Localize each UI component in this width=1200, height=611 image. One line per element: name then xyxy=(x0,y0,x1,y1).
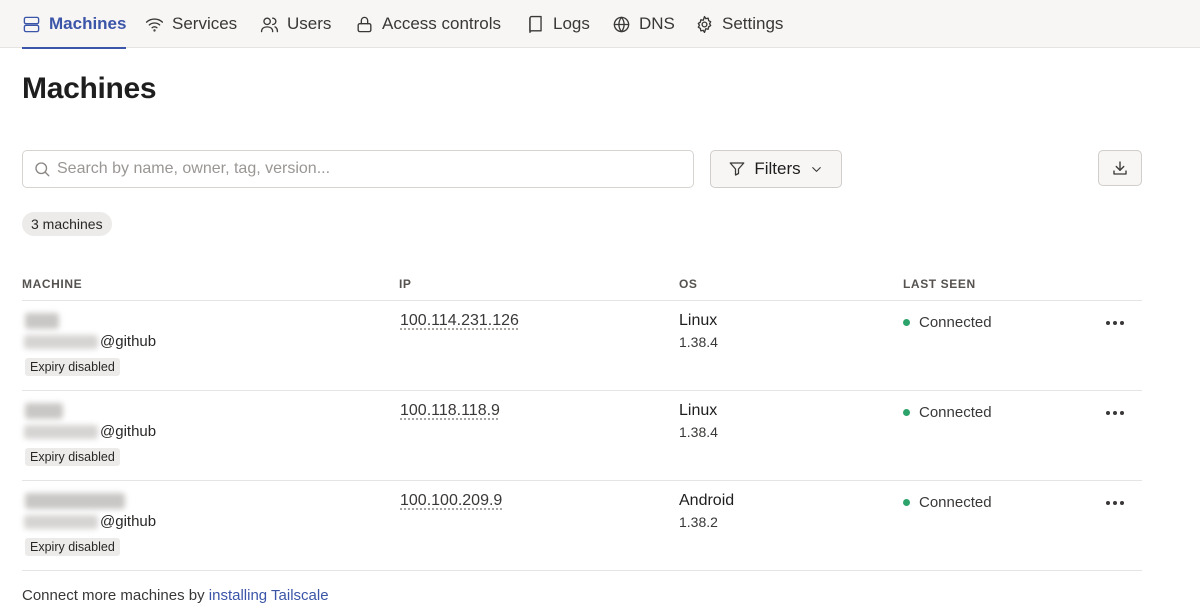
column-header-last-seen: LAST SEEN xyxy=(903,277,976,291)
os-name: Linux xyxy=(679,402,718,419)
last-seen-status: Connected xyxy=(903,404,992,421)
nav-tab-label: Access controls xyxy=(382,14,502,33)
book-icon xyxy=(529,15,542,33)
last-seen-status: Connected xyxy=(903,314,992,331)
os-name: Android xyxy=(679,492,735,509)
ip-address[interactable]: 100.114.231.126 xyxy=(400,312,519,330)
nav-tab-access-controls[interactable]: Access controls xyxy=(355,0,501,48)
table-row[interactable]: @github Expiry disabled 100.114.231.126 … xyxy=(22,301,1142,391)
connected-dot-icon xyxy=(903,319,910,326)
footer-hint: Connect more machines by installing Tail… xyxy=(22,587,329,604)
machine-name-redacted xyxy=(25,313,59,329)
connected-dot-icon xyxy=(903,409,910,416)
filters-label: Filters xyxy=(754,159,801,178)
nav-tab-label: Users xyxy=(287,14,332,33)
client-version: 1.38.4 xyxy=(679,424,718,440)
filter-icon xyxy=(729,162,745,176)
row-actions-button[interactable] xyxy=(1102,403,1128,423)
machine-count-badge: 3 machines xyxy=(22,212,112,236)
lock-icon xyxy=(357,16,372,32)
search-box[interactable] xyxy=(22,150,694,188)
nav-tab-label: Settings xyxy=(722,14,784,33)
search-input[interactable] xyxy=(57,160,677,178)
install-tailscale-link[interactable]: installing Tailscale xyxy=(209,587,329,604)
nav-tab-settings[interactable]: Settings xyxy=(695,0,783,48)
owner-domain: @github xyxy=(100,423,157,440)
expiry-badge: Expiry disabled xyxy=(25,538,120,556)
nav-tab-label: Machines xyxy=(49,14,127,33)
page-title: Machines xyxy=(22,72,157,105)
column-header-os: OS xyxy=(679,277,698,291)
filters-button[interactable]: Filters xyxy=(710,150,842,188)
nav-tab-label: Logs xyxy=(553,14,590,33)
gear-icon xyxy=(697,15,712,33)
owner-domain: @github xyxy=(100,333,157,350)
top-nav: Machines Services Users Access controls … xyxy=(0,0,1200,49)
row-actions-button[interactable] xyxy=(1102,493,1128,513)
nav-tab-logs[interactable]: Logs xyxy=(526,0,590,48)
owner-name-redacted xyxy=(24,515,98,529)
footer-text: Connect more machines by xyxy=(22,587,209,604)
download-icon xyxy=(1113,161,1127,175)
ip-address[interactable]: 100.100.209.9 xyxy=(400,492,502,510)
os-name: Linux xyxy=(679,312,718,329)
ip-address[interactable]: 100.118.118.9 xyxy=(400,402,500,420)
column-header-ip: IP xyxy=(399,277,412,291)
owner-domain: @github xyxy=(100,513,157,530)
status-label: Connected xyxy=(919,314,992,331)
globe-icon xyxy=(613,16,630,32)
owner-name-redacted xyxy=(24,335,98,349)
nav-tab-dns[interactable]: DNS xyxy=(612,0,675,48)
server-icon xyxy=(23,16,40,32)
expiry-badge: Expiry disabled xyxy=(25,358,120,376)
machine-name-redacted xyxy=(25,403,63,419)
nav-tab-machines[interactable]: Machines xyxy=(22,0,127,49)
nav-tab-label: DNS xyxy=(639,14,675,33)
owner-name-redacted xyxy=(24,425,98,439)
status-label: Connected xyxy=(919,494,992,511)
table-row[interactable]: @github Expiry disabled 100.100.209.9 An… xyxy=(22,481,1142,571)
machine-name-redacted xyxy=(25,493,125,509)
status-label: Connected xyxy=(919,404,992,421)
search-icon xyxy=(35,162,50,177)
client-version: 1.38.2 xyxy=(679,514,718,530)
last-seen-status: Connected xyxy=(903,494,992,511)
connected-dot-icon xyxy=(903,499,910,506)
row-actions-button[interactable] xyxy=(1102,313,1128,333)
nav-tab-users[interactable]: Users xyxy=(260,0,331,48)
nav-tab-services[interactable]: Services xyxy=(145,0,237,48)
nav-tab-label: Services xyxy=(172,14,238,33)
table-row[interactable]: @github Expiry disabled 100.118.118.9 Li… xyxy=(22,391,1142,481)
export-button[interactable] xyxy=(1098,150,1142,186)
users-icon xyxy=(260,16,279,32)
chevron-down-icon xyxy=(811,166,821,172)
expiry-badge: Expiry disabled xyxy=(25,448,120,466)
column-header-machine: MACHINE xyxy=(22,277,83,291)
wifi-icon xyxy=(145,17,164,32)
client-version: 1.38.4 xyxy=(679,334,718,350)
